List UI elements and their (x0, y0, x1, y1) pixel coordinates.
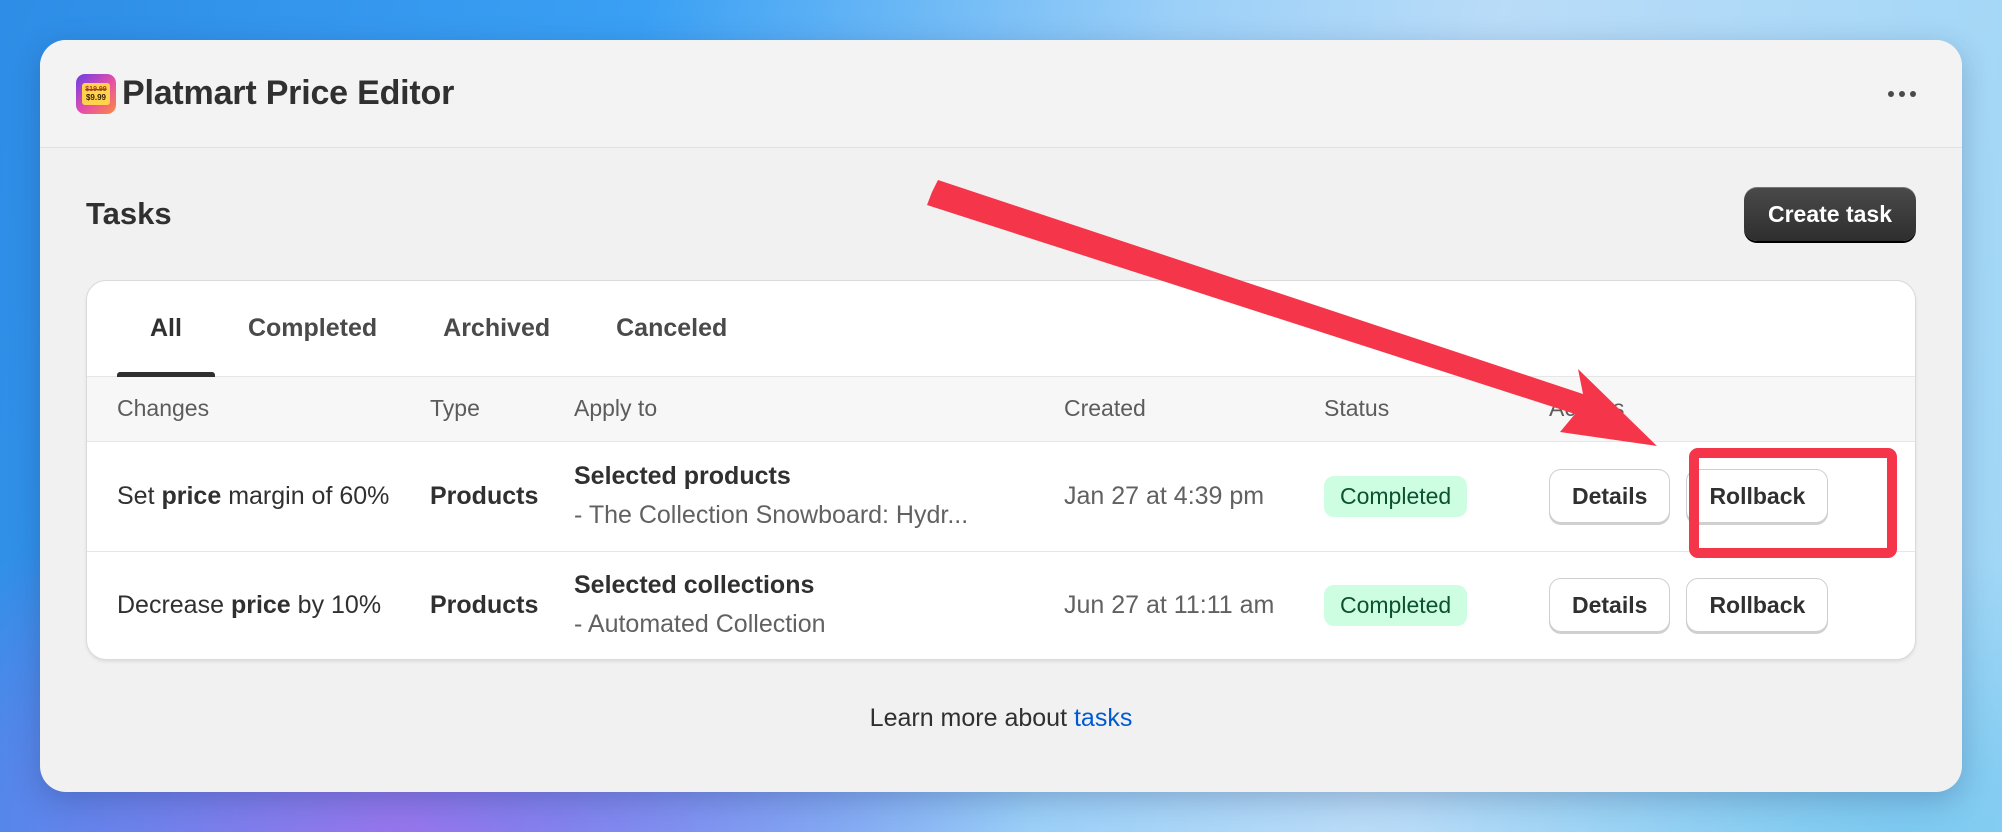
page-header: Tasks Create task (86, 148, 1916, 280)
rollback-button[interactable]: Rollback (1686, 469, 1829, 523)
create-task-button[interactable]: Create task (1743, 187, 1916, 241)
created-cell: Jan 27 at 4:39 pm (1064, 481, 1265, 510)
tab-archived[interactable]: Archived (410, 281, 583, 376)
details-button[interactable]: Details (1549, 469, 1671, 523)
table-row: Decrease price by 10% Products Selected … (87, 551, 1915, 659)
tasks-card: All Completed Archived Canceled Changes … (86, 280, 1916, 660)
tasks-table: Changes Type Apply to Created Status Act… (87, 377, 1915, 659)
header-changes: Changes (117, 395, 210, 422)
details-button[interactable]: Details (1549, 578, 1671, 633)
type-cell: Products (430, 590, 539, 619)
header-type: Type (430, 395, 480, 422)
apply-detail: - The Collection Snowboard: Hydr... (574, 501, 969, 529)
apply-title: Selected collections (574, 571, 815, 600)
app-logo: $19.99 $9.99 (76, 73, 116, 114)
page-title: Tasks (86, 196, 172, 231)
table-header-row: Changes Type Apply to Created Status Act… (87, 377, 1915, 441)
status-cell: Completed (1324, 441, 1549, 551)
apply-detail: - Automated Collection (574, 610, 826, 639)
app-window: $19.99 $9.99 Platmart Price Editor Tasks… (40, 40, 1962, 792)
tasks-link[interactable]: tasks (1074, 704, 1132, 732)
status-badge: Completed (1324, 475, 1468, 517)
created-cell: Jun 27 at 11:11 am (1064, 590, 1275, 619)
tab-canceled[interactable]: Canceled (583, 281, 760, 376)
status-cell: Completed (1324, 551, 1549, 659)
header-status: Status (1324, 395, 1390, 422)
change-cell: Set price margin of 60% (117, 481, 390, 510)
price-tag-icon: $19.99 $9.99 (82, 82, 110, 105)
apply-title: Selected products (574, 462, 791, 490)
rollback-button[interactable]: Rollback (1686, 578, 1829, 633)
type-cell: Products (430, 481, 539, 510)
title-bar: $19.99 $9.99 Platmart Price Editor (40, 40, 1962, 148)
ellipsis-icon (1888, 90, 1894, 97)
table-row: Set price margin of 60% Products Selecte… (87, 441, 1915, 551)
more-actions-button[interactable] (1878, 81, 1926, 107)
tab-completed[interactable]: Completed (215, 281, 410, 376)
header-created: Created (1064, 395, 1146, 422)
tab-all[interactable]: All (117, 281, 215, 377)
status-badge: Completed (1324, 584, 1468, 626)
header-apply-to: Apply to (574, 395, 658, 422)
apply-to-cell: Selected products - The Collection Snowb… (574, 441, 1064, 551)
actions-cell: Details Rollback (1549, 441, 1915, 551)
apply-to-cell: Selected collections - Automated Collect… (574, 551, 1064, 659)
actions-cell: Details Rollback (1549, 551, 1915, 659)
change-cell: Decrease price by 10% (117, 590, 382, 619)
task-tabs: All Completed Archived Canceled (87, 281, 1915, 377)
learn-more-text: Learn more about tasks (869, 704, 1133, 732)
header-actions: Actions (1549, 395, 1625, 422)
app-title: Platmart Price Editor (122, 74, 455, 112)
